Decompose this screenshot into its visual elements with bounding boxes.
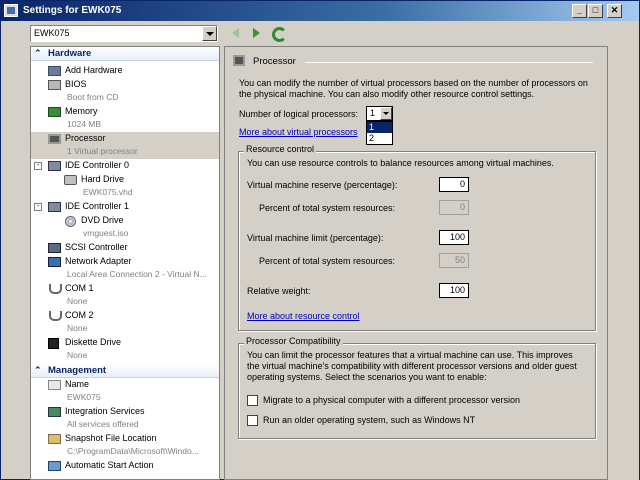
refresh-icon[interactable] (271, 26, 287, 42)
processor-compatibility-title: Processor Compatibility (244, 336, 343, 346)
tree-item-network-adapter[interactable]: Network Adapter Local Area Connection 2 … (31, 255, 219, 282)
diskette-icon (48, 338, 59, 349)
memory-icon (48, 107, 61, 117)
limit-label: Virtual machine limit (percentage): (247, 233, 384, 243)
tree-item-com1[interactable]: COM 1 None (31, 282, 219, 309)
tree-item-bios[interactable]: BIOS Boot from CD (31, 78, 219, 105)
settings-window: Settings for EWK075 _ □ ✕ EWK075 ⌃ Hardw… (0, 0, 640, 480)
dvd-disc-icon (65, 216, 76, 227)
tree-item-ide-controller-0[interactable]: - IDE Controller 0 (31, 159, 219, 173)
add-hardware-icon (48, 66, 61, 76)
processor-option-1[interactable]: 1 (367, 122, 392, 133)
ide-controller-icon (48, 202, 61, 212)
collapse-minus-icon[interactable]: - (34, 162, 42, 170)
panel-header: Processor (233, 55, 593, 69)
vm-select-dropdown[interactable]: EWK075 (30, 25, 218, 42)
collapse-chevron-icon[interactable]: ⌃ (34, 365, 42, 376)
weight-label: Relative weight: (247, 286, 311, 296)
tree-item-snapshot-location[interactable]: Snapshot File Location C:\ProgramData\Mi… (31, 432, 219, 459)
close-button[interactable]: ✕ (607, 4, 622, 18)
window-title: Settings for EWK075 (23, 5, 122, 16)
com-port-icon (49, 284, 62, 294)
chevron-down-icon[interactable] (202, 26, 217, 41)
weight-input[interactable]: 100 (439, 283, 469, 298)
collapse-minus-icon[interactable]: - (34, 203, 42, 211)
auto-start-icon (48, 461, 61, 471)
tree-item-auto-start[interactable]: Automatic Start Action (31, 459, 219, 473)
header-divider (305, 62, 593, 63)
network-adapter-icon (48, 257, 61, 267)
settings-tree[interactable]: ⌃ Hardware Add Hardware BIOS Boot from C… (30, 46, 220, 480)
tree-item-scsi-controller[interactable]: SCSI Controller (31, 241, 219, 255)
processor-icon (233, 55, 245, 66)
migrate-checkbox[interactable] (247, 395, 258, 406)
num-processors-options[interactable]: 1 2 (366, 121, 393, 145)
num-processors-label: Number of logical processors: (239, 109, 359, 119)
tree-item-processor[interactable]: Processor 1 Virtual processor (31, 132, 219, 159)
older-os-label: Run an older operating system, such as W… (263, 415, 476, 425)
older-os-checkbox[interactable] (247, 415, 258, 426)
processor-settings-panel: Processor You can modify the number of v… (224, 46, 608, 480)
tree-item-hard-drive[interactable]: Hard Drive EWK075.vhd (31, 173, 219, 200)
management-section-header[interactable]: ⌃ Management (31, 364, 219, 378)
reserve-label: Virtual machine reserve (percentage): (247, 180, 398, 190)
back-arrow-icon[interactable] (230, 26, 244, 40)
more-about-virtual-processors-link[interactable]: More about virtual processors (239, 127, 358, 138)
maximize-button[interactable]: □ (588, 4, 603, 18)
num-processors-select[interactable]: 1 (366, 106, 393, 121)
tree-item-add-hardware[interactable]: Add Hardware (31, 64, 219, 78)
tree-item-com2[interactable]: COM 2 None (31, 309, 219, 336)
com-port-icon (49, 311, 62, 321)
tree-item-diskette-drive[interactable]: Diskette Drive None (31, 336, 219, 363)
processor-compatibility-desc: You can limit the processor features tha… (247, 350, 577, 382)
tree-item-ide-controller-1[interactable]: - IDE Controller 1 (31, 200, 219, 214)
reserve-percent-readonly: 0 (439, 200, 469, 215)
title-bar[interactable]: Settings for EWK075 _ □ ✕ (1, 1, 639, 21)
right-scrollbar-area (608, 46, 639, 480)
forward-arrow-icon[interactable] (249, 26, 263, 40)
panel-title: Processor (253, 56, 296, 67)
resource-control-desc: You can use resource controls to balance… (247, 158, 554, 168)
toolbar: EWK075 (1, 21, 639, 46)
tree-item-dvd-drive[interactable]: DVD Drive vmguest.iso (31, 214, 219, 241)
hard-drive-icon (64, 175, 77, 185)
integration-services-icon (48, 407, 61, 417)
scsi-controller-icon (48, 243, 61, 253)
settings-app-icon (4, 4, 18, 17)
tree-item-name[interactable]: Name EWK075 (31, 378, 219, 405)
tree-item-memory[interactable]: Memory 1024 MB (31, 105, 219, 132)
hardware-section-header[interactable]: ⌃ Hardware (31, 47, 219, 61)
tree-item-integration-services[interactable]: Integration Services All services offere… (31, 405, 219, 432)
vm-select-value: EWK075 (34, 28, 70, 38)
limit-percent-label: Percent of total system resources: (259, 256, 396, 266)
bios-chip-icon (48, 80, 61, 90)
processor-icon (48, 134, 61, 144)
migrate-label: Migrate to a physical computer with a di… (263, 395, 520, 405)
collapse-chevron-icon[interactable]: ⌃ (34, 48, 42, 59)
more-about-resource-control-link[interactable]: More about resource control (247, 311, 360, 322)
processor-option-2[interactable]: 2 (367, 133, 392, 144)
resource-control-title: Resource control (244, 144, 317, 154)
chevron-down-icon[interactable] (380, 107, 392, 120)
reserve-input[interactable]: 0 (439, 177, 469, 192)
reserve-percent-label: Percent of total system resources: (259, 203, 396, 213)
name-tag-icon (48, 380, 61, 390)
minimize-button[interactable]: _ (572, 4, 587, 18)
limit-input[interactable]: 100 (439, 230, 469, 245)
limit-percent-readonly: 50 (439, 253, 469, 268)
intro-text: You can modify the number of virtual pro… (239, 78, 588, 99)
snapshot-folder-icon (48, 434, 61, 444)
ide-controller-icon (48, 161, 61, 171)
